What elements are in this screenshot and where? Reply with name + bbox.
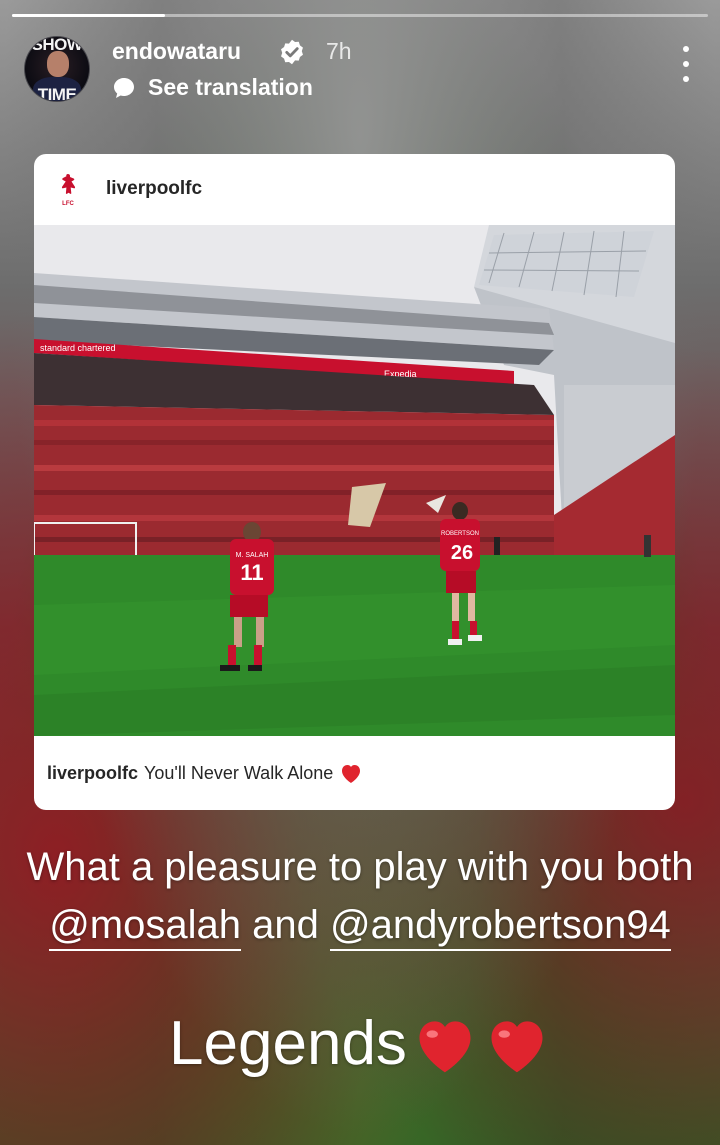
story-progress-bar [12,14,708,17]
heart-emoji-icon [419,1020,471,1072]
legends-line: Legends [0,1008,720,1079]
heart-emoji-icon [491,1020,543,1072]
avatar-text-top: SHOW [31,36,83,54]
player-left-name: M. SALAH [236,552,269,559]
stadium-banner-text: standard chartered [40,343,116,353]
story-text-line2: @mosalah and @andyrobertson94 [0,903,720,951]
svg-text:LFC: LFC [62,201,74,207]
more-options-icon[interactable] [676,46,696,82]
connector-text: and [252,903,319,947]
player-right-name: ROBERTSON [441,531,479,537]
mention-andyrobertson94[interactable]: @andyrobertson94 [329,903,671,951]
shared-post-card[interactable]: LFC liverpoolfc standard chartered Exped… [34,154,675,810]
translate-bubble-icon [114,77,134,98]
legends-text: Legends [169,1009,407,1078]
shared-post-header: LFC liverpoolfc [34,154,675,225]
player-right-number: 26 [451,542,473,564]
player-left-number: 11 [240,560,263,585]
red-heart-icon [342,765,361,783]
story-text-line1: What a pleasure to play with you both [26,845,694,889]
liverpool-liver-bird-logo-icon: LFC [61,174,76,207]
mention-mosalah[interactable]: @mosalah [49,903,241,951]
shared-post-account[interactable]: liverpoolfc [106,178,202,200]
avatar[interactable]: SHOW TIME [24,36,90,102]
verified-badge-icon [281,39,303,65]
avatar-text-bottom: TIME [37,85,77,102]
stadium-photo: standard chartered Expedia M. SALAH 11 R… [34,225,675,736]
caption-text: You'll Never Walk Alone [144,762,334,783]
shared-post-caption: liverpoolfc You'll Never Walk Alone [47,762,363,784]
story-header: SHOW TIME endowataru 7h See translation [24,34,696,102]
caption-username[interactable]: liverpoolfc [47,763,138,784]
username[interactable]: endowataru [112,38,241,65]
post-time: 7h [326,38,352,64]
see-translation-button[interactable]: See translation [112,74,313,101]
story-progress-fill [12,14,166,17]
see-translation-label: See translation [148,74,313,100]
